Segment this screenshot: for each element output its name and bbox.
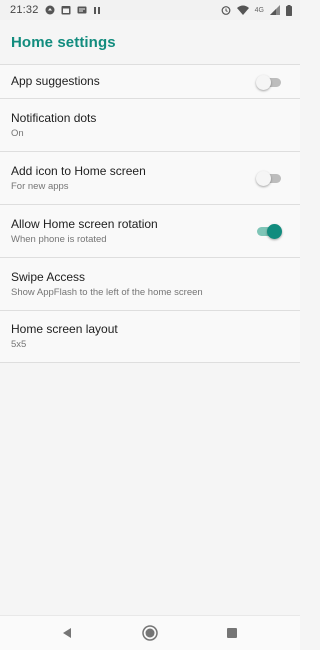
calendar-icon (61, 5, 71, 15)
page-title: Home settings (11, 33, 116, 51)
setting-title: Home screen layout (11, 322, 118, 336)
setting-add-icon-home-screen[interactable]: Add icon to Home screen For new apps (0, 151, 300, 204)
setting-app-suggestions[interactable]: App suggestions (0, 64, 300, 98)
status-bar-right: 4G (221, 4, 292, 16)
home-icon[interactable] (142, 625, 158, 641)
setting-allow-rotation[interactable]: Allow Home screen rotation When phone is… (0, 204, 300, 257)
toggle-thumb (256, 171, 271, 186)
navigation-bar (0, 615, 300, 650)
alarm-icon (221, 5, 231, 15)
message-icon (77, 6, 87, 15)
setting-title: Swipe Access (11, 269, 86, 284)
setting-summary: Show AppFlash to the left of the home sc… (11, 286, 203, 298)
notification-icon (45, 5, 55, 15)
toggle-thumb (267, 224, 282, 239)
toggle-thumb (256, 74, 271, 90)
setting-home-screen-layout[interactable]: Home screen layout 5x5 (0, 310, 300, 363)
back-icon[interactable] (61, 627, 73, 639)
pause-icon (93, 6, 101, 15)
setting-swipe-access[interactable]: Swipe Access Show AppFlash to the left o… (0, 257, 300, 310)
status-bar-left: 21:32 (10, 4, 101, 16)
status-time: 21:32 (10, 4, 39, 16)
setting-summary: On (11, 127, 24, 139)
allow-rotation-toggle[interactable] (257, 224, 282, 239)
wifi-icon (236, 5, 249, 15)
setting-summary: 5x5 (11, 339, 27, 350)
app-suggestions-toggle[interactable] (256, 74, 281, 90)
network-type: 4G (254, 6, 264, 14)
app-bar: Home settings (0, 20, 300, 64)
battery-icon (286, 4, 292, 16)
settings-list: App suggestions Notification dots On Add… (0, 64, 300, 363)
setting-notification-dots[interactable]: Notification dots On (0, 98, 300, 151)
setting-title: Notification dots (11, 110, 97, 125)
signal-icon (270, 5, 280, 15)
status-bar: 21:32 4G (0, 0, 300, 20)
add-icon-toggle[interactable] (256, 171, 281, 186)
recent-apps-icon[interactable] (227, 628, 238, 639)
